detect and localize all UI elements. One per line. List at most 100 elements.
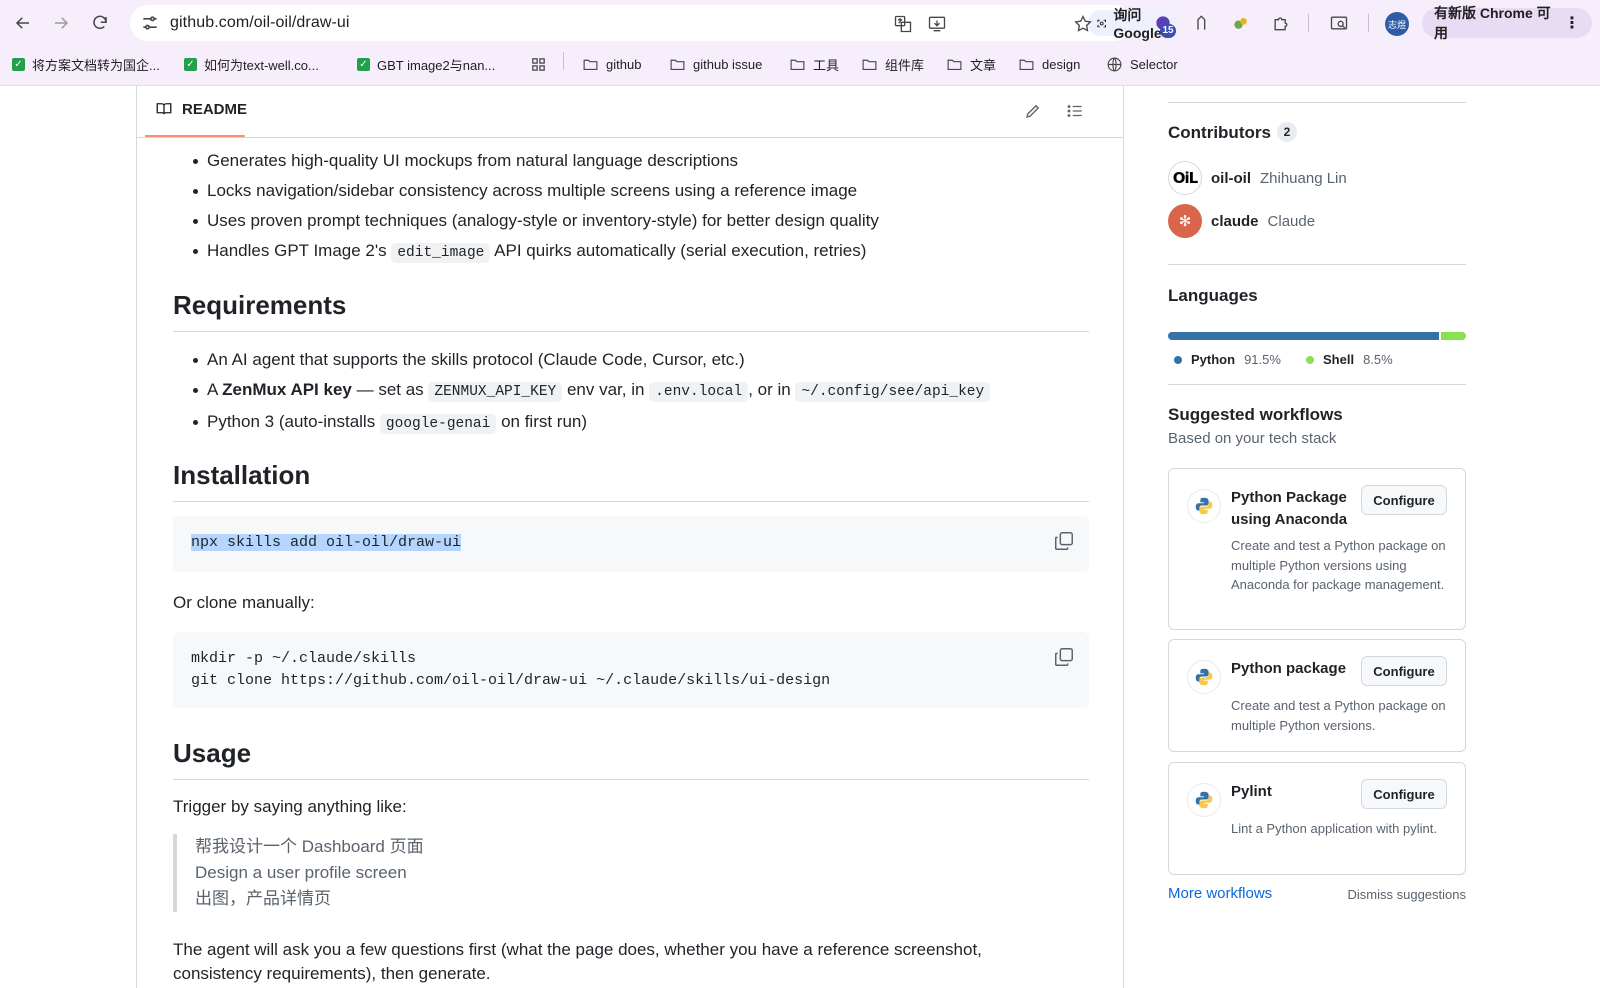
- requirements-list: An AI agent that supports the skills pro…: [173, 345, 1089, 439]
- forward-button[interactable]: [47, 9, 75, 37]
- bookmark-folder[interactable]: design: [1018, 54, 1080, 74]
- book-icon: [156, 103, 172, 115]
- bookmark-label: design: [1042, 56, 1081, 72]
- bookmark-star-icon[interactable]: [1072, 13, 1094, 35]
- language-bar: [1168, 332, 1466, 340]
- workflow-title[interactable]: Pylint: [1231, 781, 1359, 803]
- extension-badge: 15: [1160, 24, 1176, 38]
- more-workflows-link[interactable]: More workflows: [1168, 885, 1272, 902]
- workflow-title[interactable]: Python Package using Anaconda: [1231, 487, 1359, 531]
- inline-code: .env.local: [649, 382, 749, 402]
- language-percent: 8.5%: [1363, 352, 1393, 367]
- languages-heading: Languages: [1168, 286, 1258, 305]
- contributor-login[interactable]: claude: [1211, 213, 1259, 230]
- grammar-extension-icon[interactable]: [1228, 10, 1254, 36]
- workflow-card: Python package Configure Create and test…: [1168, 639, 1466, 752]
- bookmark-folder[interactable]: 文章: [946, 54, 996, 74]
- workflows-subtitle: Based on your tech stack: [1168, 430, 1337, 447]
- language-dot: [1306, 355, 1314, 364]
- reader-extension-icon[interactable]: [1190, 10, 1216, 36]
- check-icon: ✓: [12, 57, 25, 71]
- workflows-heading: Suggested workflows: [1168, 405, 1343, 424]
- readme-tab-label: README: [182, 100, 248, 118]
- install-app-icon[interactable]: [926, 13, 948, 35]
- configure-button[interactable]: Configure: [1361, 779, 1447, 809]
- bookmark-label: github: [606, 56, 642, 72]
- outline-list-icon[interactable]: [1065, 101, 1085, 121]
- arrow-right-icon: [55, 17, 69, 29]
- edit-pencil-icon[interactable]: [1023, 101, 1043, 121]
- globe-icon: [1107, 57, 1122, 71]
- language-item-shell[interactable]: Shell 8.5%: [1306, 352, 1393, 367]
- bookmark-item[interactable]: ✓ 如何为text-well.co...: [184, 54, 319, 74]
- bookmark-folder[interactable]: 工具: [789, 54, 839, 74]
- avatar[interactable]: ✻: [1168, 204, 1202, 238]
- quote-line: Design a user profile screen: [195, 863, 407, 882]
- contributor-login[interactable]: oil-oil: [1211, 170, 1251, 187]
- url-text[interactable]: github.com/oil-oil/draw-ui: [170, 14, 350, 32]
- readme-box: README Generates high-quality UI mockups…: [136, 86, 1124, 988]
- bookmark-folder[interactable]: 组件库: [861, 54, 924, 74]
- toolbar-divider: [1368, 14, 1369, 32]
- configure-button[interactable]: Configure: [1361, 656, 1447, 686]
- folder-icon: [583, 59, 598, 70]
- profile-avatar[interactable]: 志煜: [1385, 12, 1409, 36]
- list-item: Locks navigation/sidebar consistency acr…: [173, 176, 1089, 206]
- code-line[interactable]: git clone https://github.com/oil-oil/dra…: [191, 672, 830, 689]
- tab-search-icon[interactable]: [1326, 10, 1352, 36]
- back-button[interactable]: [9, 9, 37, 37]
- bookmark-folder[interactable]: github issue: [669, 54, 762, 74]
- bookmark-label: 文章: [970, 57, 997, 73]
- bookmark-label: github issue: [693, 56, 763, 72]
- list-item: Uses proven prompt techniques (analogy-s…: [173, 206, 1089, 236]
- contributor-item[interactable]: OiL oil-oil Zhihuang Lin: [1168, 161, 1347, 195]
- usage-heading: Usage: [173, 738, 1089, 780]
- list-item: A ZenMux API key — set as ZENMUX_API_KEY…: [173, 375, 1089, 407]
- avatar[interactable]: OiL: [1168, 161, 1202, 195]
- toolbar-divider: [1308, 14, 1309, 32]
- bookmark-item[interactable]: Selector: [1106, 54, 1178, 74]
- contributor-item[interactable]: ✻ claude Claude: [1168, 204, 1315, 238]
- copy-icon[interactable]: [1053, 530, 1075, 552]
- bookmark-item[interactable]: ✓ GBT image2与nan...: [357, 54, 495, 74]
- chrome-update-button[interactable]: 有新版 Chrome 可用 ⋮: [1422, 5, 1592, 41]
- translate-icon[interactable]: [892, 13, 914, 35]
- language-name: Python: [1191, 352, 1236, 367]
- check-icon: ✓: [184, 57, 197, 71]
- clone-code-block: mkdir -p ~/.claude/skills git clone http…: [173, 632, 1089, 708]
- address-bar[interactable]: github.com/oil-oil/draw-ui 询问 Google: [130, 5, 1178, 41]
- trigger-text: Trigger by saying anything like:: [173, 797, 407, 816]
- apps-button[interactable]: [530, 54, 547, 74]
- blockquote: 帮我设计一个 Dashboard 页面 Design a user profil…: [173, 834, 673, 912]
- site-settings-icon[interactable]: [140, 13, 160, 33]
- bookmark-label: 工具: [813, 57, 840, 73]
- more-menu-icon[interactable]: ⋮: [1564, 13, 1580, 33]
- language-item-python[interactable]: Python 91.5%: [1174, 352, 1281, 367]
- bookmark-label: GBT image2与nan...: [377, 57, 496, 73]
- copy-icon[interactable]: [1053, 646, 1075, 668]
- feature-list: Generates high-quality UI mockups from n…: [173, 146, 1089, 268]
- install-command[interactable]: npx skills add oil-oil/draw-ui: [191, 534, 462, 551]
- bookmark-folder[interactable]: github: [582, 54, 641, 74]
- workflow-card: Pylint Configure Lint a Python applicati…: [1168, 762, 1466, 875]
- check-icon: ✓: [357, 57, 370, 71]
- puzzle-icon[interactable]: [1268, 10, 1294, 36]
- reload-button[interactable]: [86, 9, 114, 37]
- bookmark-item[interactable]: ✓ 将方案文档转为国企...: [12, 54, 160, 74]
- folder-icon: [670, 59, 685, 70]
- configure-button[interactable]: Configure: [1361, 485, 1447, 515]
- quote-line: 出图，产品详情页: [195, 889, 331, 908]
- bookmark-divider: [563, 52, 564, 70]
- contributors-heading[interactable]: Contributors 2: [1168, 122, 1297, 143]
- github-page: README Generates high-quality UI mockups…: [0, 86, 1600, 988]
- language-dot: [1174, 355, 1182, 364]
- code-line[interactable]: mkdir -p ~/.claude/skills: [191, 650, 416, 667]
- sidebar-divider: [1168, 384, 1466, 385]
- readme-tab[interactable]: README: [155, 100, 247, 118]
- dismiss-suggestions-button[interactable]: Dismiss suggestions: [1348, 887, 1467, 902]
- folder-icon: [790, 59, 805, 70]
- language-bar-segment-python: [1168, 332, 1439, 340]
- workflow-title[interactable]: Python package: [1231, 658, 1359, 680]
- language-name: Shell: [1323, 352, 1355, 367]
- language-bar-segment-shell: [1440, 332, 1466, 340]
